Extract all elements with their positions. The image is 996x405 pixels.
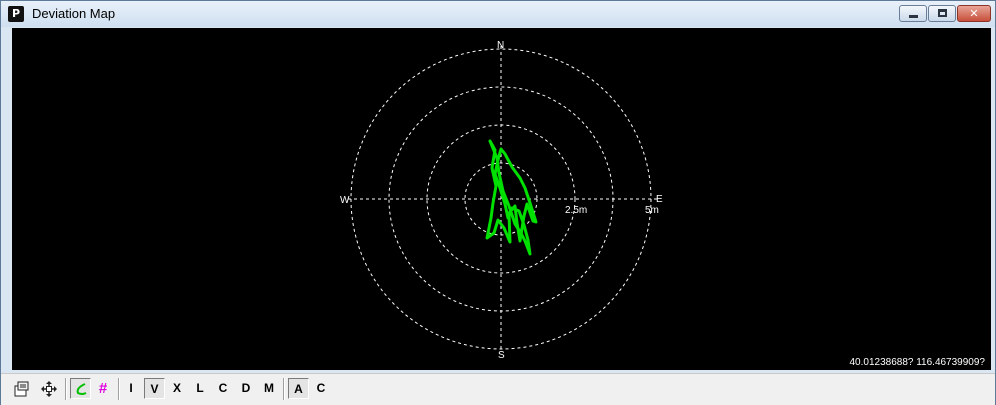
deviation-map-plot[interactable]: N S E W 2.5m 5m — [12, 28, 991, 370]
app-icon[interactable]: P — [8, 6, 24, 22]
v-button[interactable]: V — [144, 378, 165, 399]
maximize-button[interactable] — [928, 5, 956, 22]
i-button[interactable]: I — [122, 378, 140, 399]
toolbar-separator — [118, 378, 120, 400]
l-button[interactable]: L — [191, 378, 209, 399]
west-label: W — [340, 195, 350, 206]
a-button[interactable]: A — [288, 378, 309, 399]
deviation-map-canvas[interactable]: N S E W 2.5m 5m 40.01238688? 116.4673990… — [12, 28, 991, 370]
window-title: Deviation Map — [32, 6, 116, 21]
north-label: N — [497, 40, 504, 51]
ring-label-2-5m: 2.5m — [565, 205, 587, 216]
pan-button[interactable] — [39, 378, 59, 399]
minimize-icon — [909, 15, 918, 18]
east-label: E — [656, 194, 663, 205]
bottom-toolbar: # I V X L C D M A C — [1, 373, 995, 405]
toolbar-separator — [283, 378, 285, 400]
coordinate-readout: 40.01238688? 116.46739909? — [849, 357, 985, 368]
deviation-map-window: P Deviation Map ✕ N S E W 2.5m 5m 40.012… — [0, 0, 996, 405]
close-button[interactable]: ✕ — [957, 5, 991, 22]
grid-toggle-button[interactable]: # — [93, 378, 113, 399]
properties-icon — [14, 381, 29, 397]
close-icon: ✕ — [969, 7, 979, 20]
deviation-track — [485, 139, 538, 256]
x-button[interactable]: X — [168, 378, 186, 399]
maximize-icon — [938, 9, 947, 17]
title-bar[interactable]: P Deviation Map ✕ — [1, 1, 995, 27]
pan-move-icon — [41, 381, 57, 397]
c2-button[interactable]: C — [312, 378, 330, 399]
track-curve-icon — [76, 383, 86, 395]
ring-label-5m: 5m — [645, 205, 659, 216]
south-label: S — [498, 350, 505, 361]
track-toggle-button[interactable] — [70, 378, 91, 399]
toolbar-separator — [65, 378, 67, 400]
d-button[interactable]: D — [237, 378, 255, 399]
grid-hash-icon: # — [98, 380, 108, 397]
c-button[interactable]: C — [214, 378, 232, 399]
minimize-button[interactable] — [899, 5, 927, 22]
properties-button[interactable] — [11, 378, 31, 399]
m-button[interactable]: M — [259, 378, 279, 399]
